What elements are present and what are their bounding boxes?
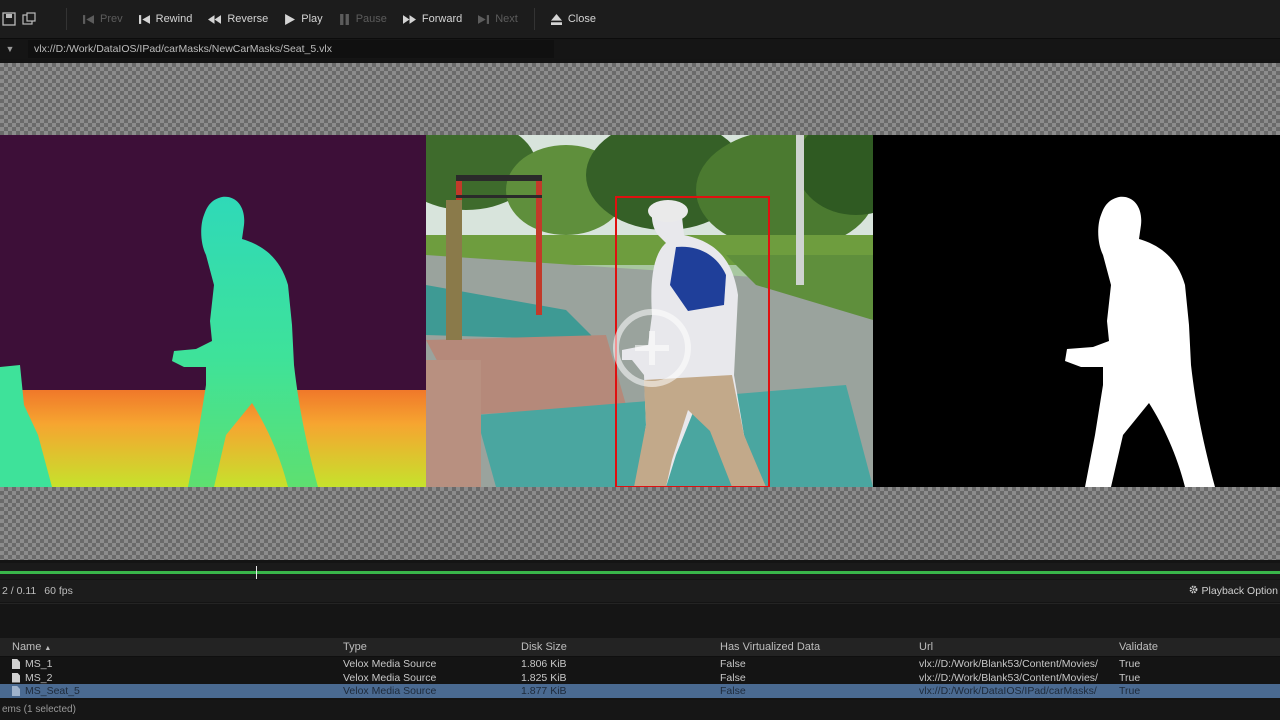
asset-type-cell: Velox Media Source [343,658,437,670]
asset-size-cell: 1.806 KiB [521,658,567,670]
column-name-label: Name [12,641,42,653]
pause-label: Pause [355,13,387,25]
media-player-toolbar: Prev Rewind Reverse Play Pause Forward N… [0,0,1280,39]
asset-type-cell: Velox Media Source [343,671,437,684]
playback-options-button[interactable]: Playback Option [1189,585,1280,597]
playback-status-bar: 2 / 0.11 60 fps Playback Option [0,580,1280,602]
play-icon [285,13,296,25]
table-row-selected[interactable]: MS_Seat_5 Velox Media Source 1.877 KiB F… [0,684,1280,698]
next-icon [478,14,490,24]
rewind-icon [138,14,150,24]
eject-icon [550,13,562,25]
asset-name-cell: MS_1 [12,658,332,670]
next-button[interactable]: Next [470,6,526,32]
reverse-label: Reverse [227,13,269,25]
current-time: 2 / 0.11 [2,585,37,597]
timeline-playhead[interactable] [256,566,257,579]
depth-map-panel [0,135,426,487]
column-header-disk-size[interactable]: Disk Size [521,641,711,653]
asset-name: MS_1 [25,658,53,670]
forward-button[interactable]: Forward [395,6,470,32]
asset-name: MS_2 [25,671,53,684]
pause-icon [339,13,349,25]
forward-label: Forward [421,13,463,25]
playback-options-label: Playback Option [1201,585,1278,597]
asset-size-cell: 1.877 KiB [521,685,567,697]
table-row[interactable]: MS_2 Velox Media Source 1.825 KiB False … [0,671,1280,685]
chevron-down-icon[interactable]: ▼ [0,44,20,54]
asset-url-cell: vlx://D:/Work/Blank53/Content/Movies/ [919,671,1098,684]
gear-icon [1189,585,1198,597]
asset-type-cell: Velox Media Source [343,685,437,697]
timeline-scrubber[interactable] [0,563,1280,579]
asset-table-body: MS_1 Velox Media Source 1.806 KiB False … [0,657,1280,698]
toolbar-left-icons [0,12,58,26]
media-viewport[interactable] [0,63,1280,560]
toolbar-separator [66,8,67,30]
asset-browser-toolbar [0,603,1280,639]
table-row[interactable]: MS_1 Velox Media Source 1.806 KiB False … [0,657,1280,671]
reverse-button[interactable]: Reverse [200,6,276,32]
asset-name-cell: MS_2 [12,672,332,684]
asset-name-cell: MS_Seat_5 [12,685,332,697]
forward-icon [402,14,416,24]
media-path-field[interactable]: vlx://D:/Work/DataIOS/IPad/carMasks/NewC… [28,40,554,58]
next-label: Next [495,13,518,25]
segmentation-mask-panel [873,135,1280,487]
timeline-track[interactable] [0,571,1280,574]
file-icon [12,672,20,683]
prev-label: Prev [100,13,123,25]
close-button[interactable]: Close [543,6,604,32]
prev-button[interactable]: Prev [75,6,131,32]
column-header-virtualized[interactable]: Has Virtualized Data [720,641,910,653]
reverse-icon [208,14,222,24]
asset-validate-cell: True [1119,685,1141,697]
rewind-button[interactable]: Rewind [131,6,201,32]
fps-readout: 60 fps [44,585,73,597]
rgb-frame-image [426,135,873,487]
asset-table-header: Name ▲ Type Disk Size Has Virtualized Da… [0,638,1280,657]
asset-virtualized-cell: False [720,685,746,697]
rgb-frame-panel [426,135,873,487]
toolbar-separator [533,8,535,30]
close-label: Close [567,13,596,25]
asset-virtualized-cell: False [720,671,746,684]
sort-ascending-icon: ▲ [44,645,52,652]
file-icon [12,659,20,669]
column-header-validate[interactable]: Validate [1119,641,1269,653]
asset-virtualized-cell: False [720,658,746,670]
prev-icon [83,14,94,24]
pause-button[interactable]: Pause [331,6,395,32]
file-icon [12,686,20,696]
asset-validate-cell: True [1119,671,1141,684]
asset-name: MS_Seat_5 [25,685,80,697]
column-header-url[interactable]: Url [919,641,1114,653]
asset-url-cell: vlx://D:/Work/Blank53/Content/Movies/ [919,658,1098,670]
asset-validate-cell: True [1119,658,1141,670]
asset-size-cell: 1.825 KiB [521,671,567,684]
column-header-type[interactable]: Type [343,641,513,653]
asset-url-cell: vlx://D:/Work/DataIOS/IPad/carMasks/ [919,685,1097,697]
browse-icon[interactable] [22,12,36,26]
play-button[interactable]: Play [276,6,330,32]
media-path-bar: ▼ vlx://D:/Work/DataIOS/IPad/carMasks/Ne… [0,39,1280,59]
rewind-label: Rewind [155,13,193,25]
save-icon[interactable] [2,12,16,26]
selection-count: ems (1 selected) [0,700,1280,720]
column-header-name[interactable]: Name ▲ [12,641,332,653]
play-label: Play [301,13,323,25]
depth-map-image [0,135,426,487]
segmentation-mask-image [873,135,1280,487]
